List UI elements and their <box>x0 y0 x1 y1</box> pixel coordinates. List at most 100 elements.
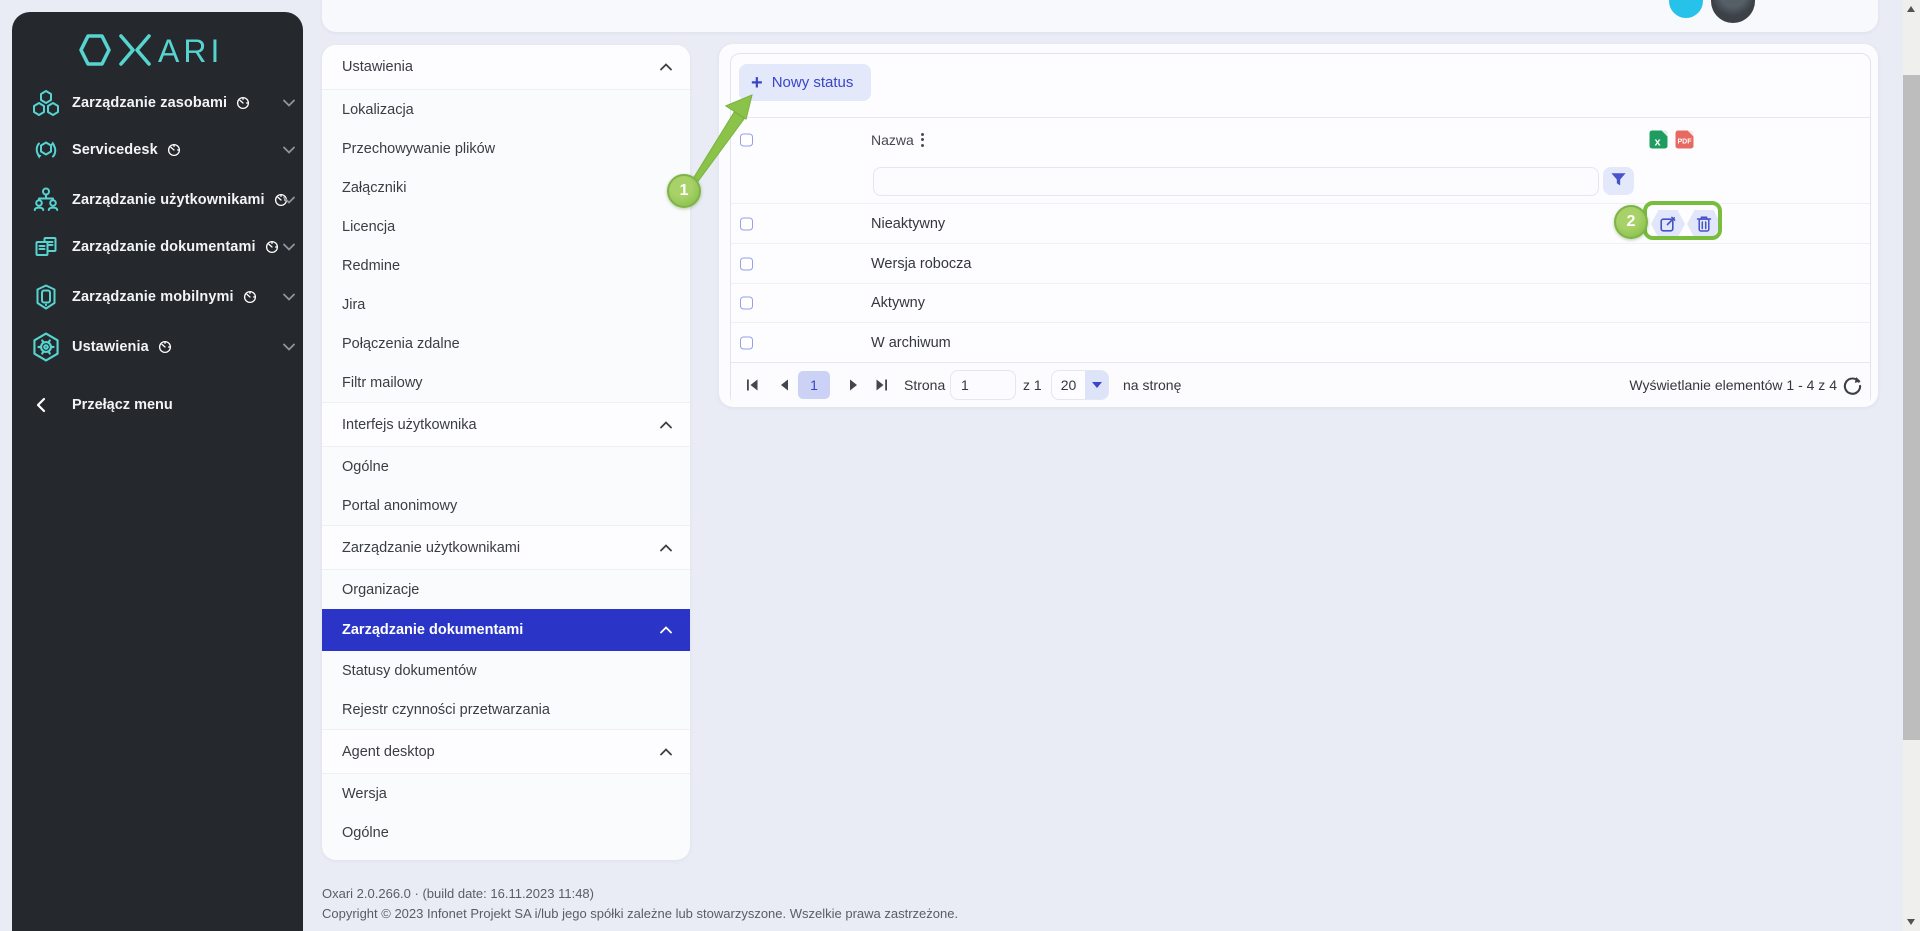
submenu-item-label: Wersja <box>342 786 387 802</box>
scrollbar-up-arrow-icon[interactable] <box>1907 6 1915 12</box>
sidebar-item-zarzadzanie-mobilnymi[interactable]: Zarządzanie mobilnymi <box>12 276 303 318</box>
submenu-item-przechowywanie-plikow[interactable]: Przechowywanie plików <box>322 129 690 168</box>
per-page-label: na stronę <box>1123 377 1181 393</box>
collapse-menu-button[interactable]: Przełącz menu <box>12 390 303 420</box>
submenu-item-ogolne-agent[interactable]: Ogólne <box>322 813 690 852</box>
row-checkbox[interactable] <box>740 336 753 349</box>
submenu-item-label: Połączenia zdalne <box>342 336 460 352</box>
submenu-section-label: Ustawienia <box>342 59 413 75</box>
sidebar-item-label: Servicedesk <box>72 142 158 158</box>
submenu-item-filtr-mailowy[interactable]: Filtr mailowy <box>322 363 690 402</box>
previous-page-button[interactable] <box>773 374 795 396</box>
oxari-logo: ARI <box>12 30 303 70</box>
export-pdf-icon[interactable]: PDF <box>1674 129 1695 150</box>
name-filter-input[interactable] <box>873 167 1599 196</box>
chevron-up-icon <box>660 544 672 552</box>
chevron-down-icon[interactable] <box>283 146 295 154</box>
chevron-down-icon[interactable] <box>283 343 295 351</box>
submenu-item-label: Załączniki <box>342 180 406 196</box>
page: ARI Zarządzanie zasobami <box>0 0 1920 931</box>
svg-text:x: x <box>1654 137 1661 149</box>
gear-hexagon-icon <box>31 332 61 362</box>
status-name-cell: Nieaktywny <box>871 216 945 232</box>
mobile-shield-icon <box>31 282 61 312</box>
gauge-badge-icon <box>265 240 279 254</box>
scrollbar-down-arrow-icon[interactable] <box>1907 919 1915 925</box>
submenu-item-polaczenia-zdalne[interactable]: Połączenia zdalne <box>322 324 690 363</box>
current-page-button[interactable]: 1 <box>798 371 830 399</box>
svg-text:ARI: ARI <box>158 33 223 69</box>
sidebar-item-ustawienia[interactable]: Ustawienia <box>12 326 303 368</box>
sidebar-item-zarzadzanie-dokumentami[interactable]: Zarządzanie dokumentami <box>12 226 303 268</box>
main-sidebar: ARI Zarządzanie zasobami <box>12 12 303 931</box>
table-row[interactable]: Wersja robocza <box>731 243 1870 283</box>
sidebar-item-servicedesk[interactable]: Servicedesk <box>12 129 303 171</box>
footer-version-text: Oxari 2.0.266.0 · (build date: 16.11.202… <box>322 886 594 901</box>
submenu-item-wersja[interactable]: Wersja <box>322 774 690 813</box>
submenu-item-zalaczniki[interactable]: Załączniki <box>322 168 690 207</box>
sidebar-item-zarzadzanie-zasobami[interactable]: Zarządzanie zasobami <box>12 82 303 124</box>
gauge-badge-icon <box>158 340 172 354</box>
topbar-action-icon-button[interactable] <box>1669 0 1703 18</box>
sidebar-item-label: Zarządzanie dokumentami <box>72 239 256 255</box>
last-page-button[interactable] <box>870 374 892 396</box>
row-checkbox[interactable] <box>740 217 753 230</box>
page-number-input[interactable] <box>950 370 1016 400</box>
refresh-button[interactable] <box>1840 373 1864 397</box>
chevron-down-icon[interactable] <box>283 243 295 251</box>
submenu-section-ustawienia[interactable]: Ustawienia <box>322 45 690 90</box>
column-header-nazwa: Nazwa <box>871 132 914 148</box>
submenu-item-label: Przechowywanie plików <box>342 141 495 157</box>
submenu-item-label: Statusy dokumentów <box>342 663 477 679</box>
submenu-item-licencja[interactable]: Licencja <box>322 207 690 246</box>
submenu-item-label: Organizacje <box>342 582 419 598</box>
gauge-badge-icon <box>167 143 181 157</box>
caret-down-icon <box>1092 382 1102 388</box>
submenu-item-label: Redmine <box>342 258 400 274</box>
filter-button[interactable] <box>1603 167 1634 195</box>
oxari-logo-icon: ARI <box>74 30 242 70</box>
submenu-item-label: Licencja <box>342 219 395 235</box>
status-name-cell: Aktywny <box>871 295 925 311</box>
submenu-item-organizacje[interactable]: Organizacje <box>322 570 690 609</box>
submenu-section-interfejs-uzytkownika[interactable]: Interfejs użytkownika <box>322 402 690 447</box>
page-size-value: 20 <box>1052 377 1085 393</box>
user-avatar[interactable] <box>1711 0 1755 23</box>
row-checkbox[interactable] <box>740 297 753 310</box>
submenu-item-ogolne-interfejs[interactable]: Ogólne <box>322 447 690 486</box>
submenu-item-redmine[interactable]: Redmine <box>322 246 690 285</box>
submenu-item-label: Ogólne <box>342 825 389 841</box>
chevron-down-icon[interactable] <box>283 99 295 107</box>
new-status-label: Nowy status <box>772 74 854 91</box>
submenu-section-zarzadzanie-dokumentami-selected[interactable]: Zarządzanie dokumentami <box>322 609 690 651</box>
submenu-item-statusy-dokumentow[interactable]: Statusy dokumentów <box>322 651 690 690</box>
svg-text:PDF: PDF <box>1678 139 1693 146</box>
table-row[interactable]: W archiwum <box>731 322 1870 362</box>
submenu-section-agent-desktop[interactable]: Agent desktop <box>322 729 690 774</box>
export-excel-icon[interactable]: x <box>1648 129 1669 150</box>
page-size-select[interactable]: 20 <box>1051 370 1109 400</box>
page-scrollbar[interactable] <box>1903 0 1920 931</box>
submenu-item-lokalizacja[interactable]: Lokalizacja <box>322 90 690 129</box>
chevron-up-icon <box>660 421 672 429</box>
submenu-section-zarzadzanie-uzytkownikami[interactable]: Zarządzanie użytkownikami <box>322 525 690 570</box>
table-row[interactable]: Aktywny <box>731 283 1870 322</box>
annotation-highlight-box-2 <box>1643 201 1722 240</box>
sidebar-item-zarzadzanie-uzytkownikami[interactable]: Zarządzanie użytkownikami <box>12 179 303 221</box>
submenu-item-label: Portal anonimowy <box>342 498 457 514</box>
table-header-row: Nazwa x PDF <box>731 117 1870 161</box>
scrollbar-thumb[interactable] <box>1903 75 1920 740</box>
column-menu-icon[interactable] <box>918 130 927 150</box>
first-page-button[interactable] <box>741 374 763 396</box>
chevron-down-icon[interactable] <box>283 293 295 301</box>
chevron-down-icon[interactable] <box>283 196 295 204</box>
gauge-badge-icon <box>236 96 250 110</box>
row-checkbox[interactable] <box>740 257 753 270</box>
submenu-item-portal-anonimowy[interactable]: Portal anonimowy <box>322 486 690 525</box>
pagination-bar: 1 Strona z 1 20 na stronę Wyświetlanie e… <box>731 362 1870 407</box>
headset-sync-icon <box>31 135 61 165</box>
submenu-item-jira[interactable]: Jira <box>322 285 690 324</box>
submenu-item-rejestr-czynnosci[interactable]: Rejestr czynności przetwarzania <box>322 690 690 729</box>
submenu-section-label: Zarządzanie dokumentami <box>342 622 523 638</box>
next-page-button[interactable] <box>842 374 864 396</box>
